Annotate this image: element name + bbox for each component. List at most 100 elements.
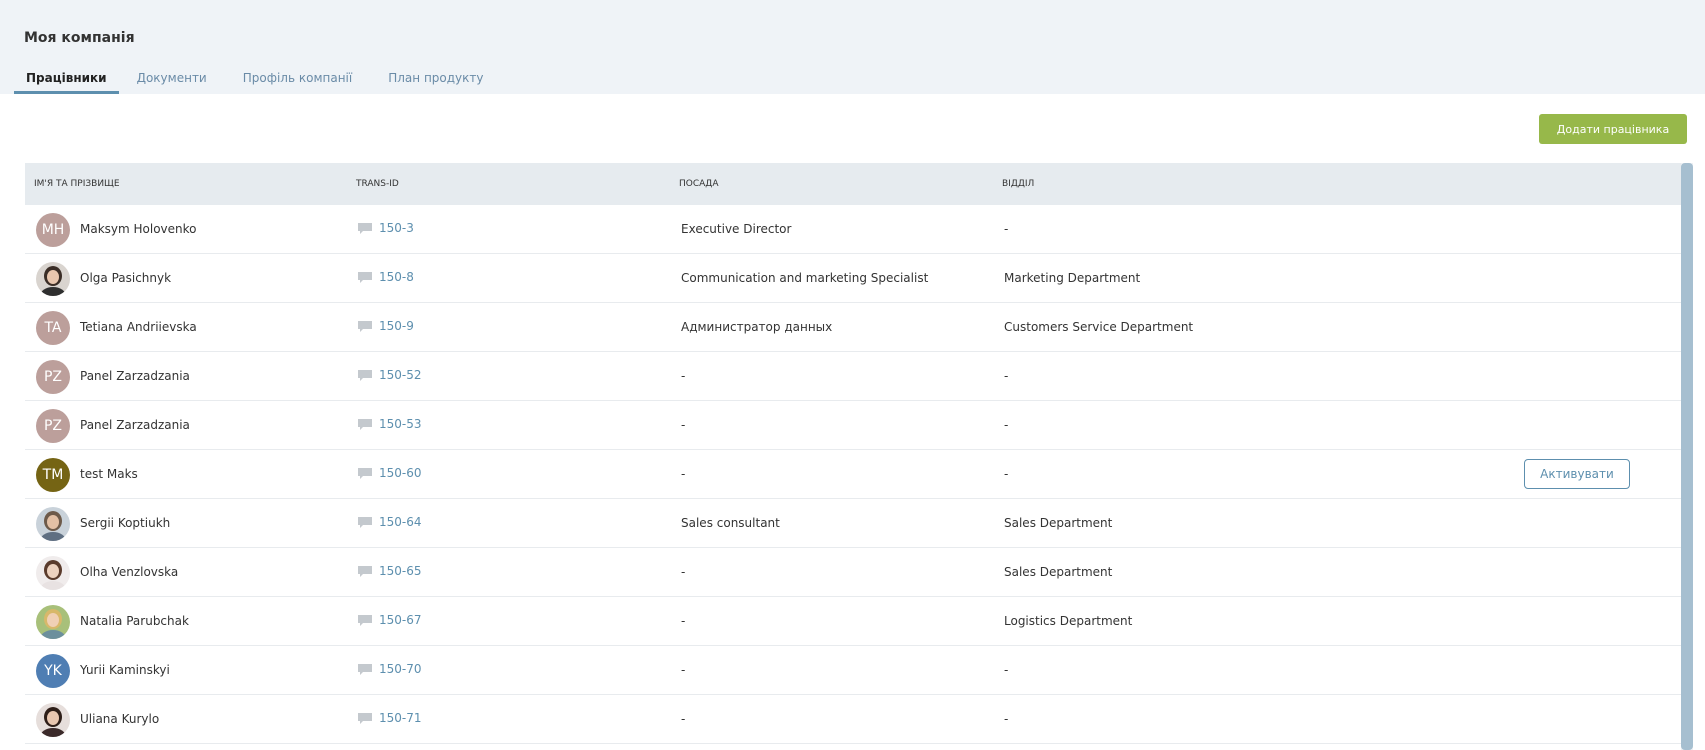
trans-id-cell[interactable]: 150-70: [357, 662, 422, 676]
employee-position: -: [681, 467, 686, 481]
tab-documents[interactable]: Документи: [137, 68, 207, 94]
trans-id-cell[interactable]: 150-8: [357, 270, 414, 284]
avatar: PZ: [36, 409, 70, 443]
trans-id-link[interactable]: 150-64: [379, 515, 422, 529]
employee-department: Logistics Department: [1004, 614, 1133, 628]
employee-position: Администратор данных: [681, 320, 833, 334]
employee-name[interactable]: Uliana Kurylo: [80, 712, 159, 726]
trans-id-link[interactable]: 150-3: [379, 221, 414, 235]
trans-id-link[interactable]: 150-53: [379, 417, 422, 431]
trans-id-link[interactable]: 150-9: [379, 319, 414, 333]
message-icon: [358, 418, 372, 430]
message-icon: [358, 712, 372, 724]
avatar-initials: PZ: [43, 418, 63, 434]
trans-id-cell[interactable]: 150-71: [357, 711, 422, 725]
table-row[interactable]: YK Yurii Kaminskyi 150-70 - -: [25, 646, 1681, 695]
employee-position: -: [681, 712, 686, 726]
employee-department: -: [1004, 663, 1009, 677]
message-icon: [358, 614, 372, 626]
activate-button[interactable]: Активувати: [1524, 459, 1630, 489]
column-header-name: ІМ'Я ТА ПРІЗВИЩЕ: [34, 179, 120, 189]
trans-id-cell[interactable]: 150-67: [357, 613, 422, 627]
tab-company-profile[interactable]: Профіль компанії: [243, 68, 353, 94]
avatar: [36, 556, 70, 590]
employee-department: -: [1004, 712, 1009, 726]
avatar: PZ: [36, 360, 70, 394]
table-row[interactable]: PZ Panel Zarzadzania 150-52 - -: [25, 352, 1681, 401]
employee-position: Communication and marketing Specialist: [681, 271, 929, 285]
employee-name[interactable]: Panel Zarzadzania: [80, 418, 190, 432]
employee-name[interactable]: Yurii Kaminskyi: [80, 663, 170, 677]
avatar: MH: [36, 213, 70, 247]
table-row[interactable]: TA Tetiana Andriievska 150-9 Администратор …: [25, 303, 1681, 352]
page-title: Моя компанія: [24, 30, 135, 46]
avatar: [36, 703, 70, 737]
employee-name[interactable]: test Maks: [80, 467, 138, 481]
message-icon: [358, 222, 372, 234]
message-icon: [358, 663, 372, 675]
tab-employees[interactable]: Працівники: [14, 68, 119, 94]
add-employee-button[interactable]: Додати працівника: [1539, 114, 1687, 144]
trans-id-link[interactable]: 150-8: [379, 270, 414, 284]
trans-id-link[interactable]: 150-60: [379, 466, 422, 480]
employee-position: Executive Director: [681, 222, 792, 236]
trans-id-link[interactable]: 150-70: [379, 662, 422, 676]
message-icon: [358, 516, 372, 528]
table-row[interactable]: Natalia Parubchak 150-67 - Logistics Depart…: [25, 597, 1681, 646]
tab-product-plan[interactable]: План продукту: [388, 68, 483, 94]
column-header-department: ВІДДІЛ: [1002, 179, 1035, 189]
employee-department: -: [1004, 467, 1009, 481]
table-header: ІМ'Я ТА ПРІЗВИЩЕ TRANS-ID ПОСАДА ВІДДІЛ: [25, 163, 1681, 205]
avatar: [36, 605, 70, 639]
employee-name[interactable]: Olga Pasichnyk: [80, 271, 171, 285]
employee-department: Customers Service Department: [1004, 320, 1194, 334]
trans-id-link[interactable]: 150-67: [379, 613, 422, 627]
table-row[interactable]: Sergii Koptiukh 150-64 Sales consultant Sal…: [25, 499, 1681, 548]
trans-id-link[interactable]: 150-65: [379, 564, 422, 578]
trans-id-link[interactable]: 150-52: [379, 368, 422, 382]
message-icon: [358, 565, 372, 577]
trans-id-cell[interactable]: 150-53: [357, 417, 422, 431]
table-row[interactable]: Olha Venzlovska 150-65 - Sales Department: [25, 548, 1681, 597]
scrollbar-thumb[interactable]: [1681, 163, 1693, 750]
employee-position: -: [681, 369, 686, 383]
avatar-initials: TM: [42, 467, 64, 483]
employee-position: -: [681, 418, 686, 432]
avatar: [36, 507, 70, 541]
employee-name[interactable]: Olha Venzlovska: [80, 565, 178, 579]
column-header-trans-id: TRANS-ID: [356, 179, 399, 189]
avatar: TM: [36, 458, 70, 492]
employee-department: -: [1004, 369, 1009, 383]
employee-name[interactable]: Panel Zarzadzania: [80, 369, 190, 383]
avatar: YK: [36, 654, 70, 688]
table-row[interactable]: Uliana Kurylo 150-71 - -: [25, 695, 1681, 744]
employee-name[interactable]: Maksym Holovenko: [80, 222, 197, 236]
trans-id-cell[interactable]: 150-64: [357, 515, 422, 529]
table-row[interactable]: PZ Panel Zarzadzania 150-53 - -: [25, 401, 1681, 450]
trans-id-cell[interactable]: 150-52: [357, 368, 422, 382]
message-icon: [358, 369, 372, 381]
employee-position: -: [681, 614, 686, 628]
employee-department: -: [1004, 222, 1009, 236]
trans-id-cell[interactable]: 150-60: [357, 466, 422, 480]
trans-id-cell[interactable]: 150-3: [357, 221, 414, 235]
trans-id-cell[interactable]: 150-9: [357, 319, 414, 333]
table-body: MH Maksym Holovenko 150-3 Executive Directo…: [25, 205, 1681, 744]
employees-table: ІМ'Я ТА ПРІЗВИЩЕ TRANS-ID ПОСАДА ВІДДІЛ …: [25, 163, 1681, 750]
employee-department: Sales Department: [1004, 516, 1113, 530]
trans-id-link[interactable]: 150-71: [379, 711, 422, 725]
table-row[interactable]: Olga Pasichnyk 150-8 Communication and mar…: [25, 254, 1681, 303]
avatar: TA: [36, 311, 70, 345]
employee-position: -: [681, 565, 686, 579]
table-scrollbar[interactable]: [1681, 163, 1693, 750]
employee-department: Marketing Department: [1004, 271, 1141, 285]
avatar-initials: PZ: [43, 369, 63, 385]
table-row[interactable]: TM test Maks 150-60 - - Активувати: [25, 450, 1681, 499]
column-header-position: ПОСАДА: [679, 179, 719, 189]
employee-department: -: [1004, 418, 1009, 432]
employee-name[interactable]: Tetiana Andriievska: [80, 320, 197, 334]
trans-id-cell[interactable]: 150-65: [357, 564, 422, 578]
employee-name[interactable]: Natalia Parubchak: [80, 614, 189, 628]
table-row[interactable]: MH Maksym Holovenko 150-3 Executive Directo…: [25, 205, 1681, 254]
employee-name[interactable]: Sergii Koptiukh: [80, 516, 170, 530]
